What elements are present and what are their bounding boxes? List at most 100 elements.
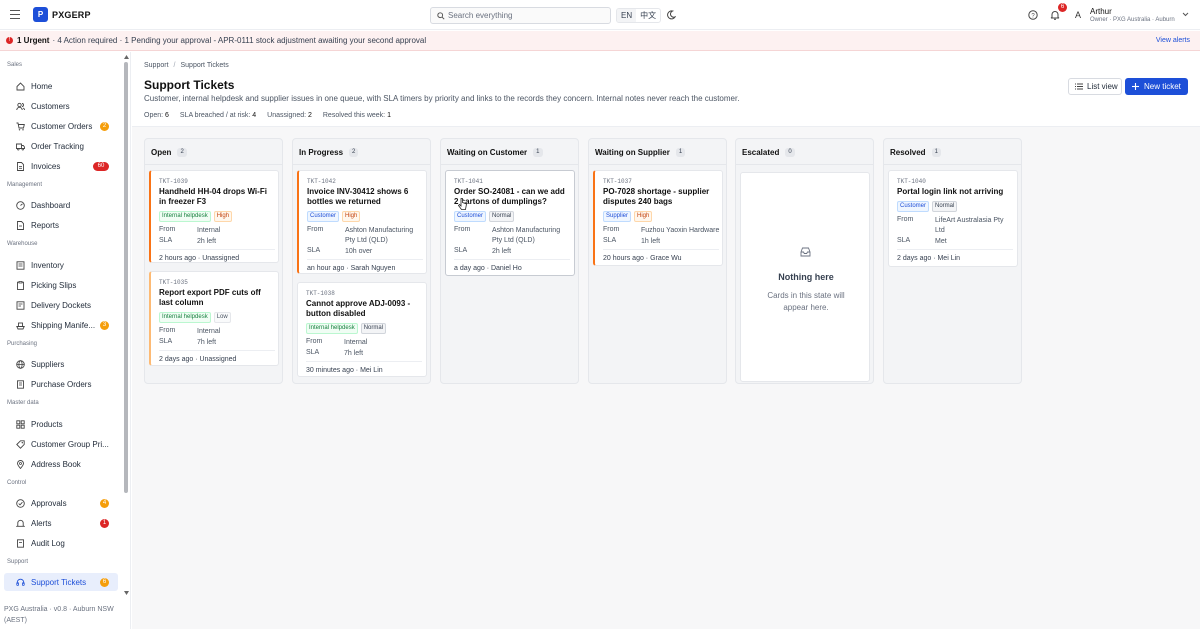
ticket-title: Portal login link not arriving [897,187,1004,196]
sidebar-item-picking-slips[interactable]: Picking Slips [4,276,118,294]
sidebar-item-label: Home [31,81,53,91]
lang-zh-option[interactable]: 中文 [636,9,660,22]
report-icon [17,220,24,230]
ticket-card[interactable]: TKT-1037 PO-7028 shortage - supplier dis… [593,170,723,266]
sidebar-item-label: Inventory [31,260,64,270]
sla-value: 7h left [197,339,217,346]
ticket-card[interactable]: TKT-1038 Cannot approve ADJ-0093 - butto… [297,282,427,377]
sidebar-item-address-book[interactable]: Address Book [4,455,118,473]
sidebar-item-purchase-orders[interactable]: Purchase Orders [4,375,118,393]
sidebar-item-products[interactable]: Products [4,415,118,433]
ticket-card[interactable]: TKT-1041 Order SO-24081 - can we add 2 c… [445,170,575,276]
app-name[interactable]: PXGERP [52,10,91,20]
sidebar-item-order-tracking[interactable]: Order Tracking [4,137,118,155]
section-control: Control [7,480,27,486]
column-in-progress: In Progress 2 TKT-1042 Invoice INV-30412 … [292,138,431,384]
gauge-icon [16,200,25,210]
ticket-card[interactable]: TKT-1042 Invoice INV-30412 shows 6 bottl… [297,170,427,274]
bell-icon[interactable] [1050,10,1060,20]
sla-value: 2h left [492,248,512,255]
stat-label: Unassigned: [267,112,307,119]
menu-icon[interactable] [10,10,20,19]
sidebar-footer: PXG Australia · v0.8 · Auburn NSW (AEST) [4,606,114,624]
help-icon[interactable]: ? [1028,10,1038,20]
view-alerts-link[interactable]: View alerts [1156,37,1190,44]
column-count: 2 [177,148,187,157]
clipboard-icon [17,280,24,290]
from-label: From [603,226,620,233]
sidebar-item-audit-log[interactable]: Audit Log [4,534,118,552]
sidebar-item-dashboard[interactable]: Dashboard [4,196,118,214]
page-description: Customer, internal helpdesk and supplier… [144,94,740,103]
stat-label: Open: [144,112,164,119]
sidebar-item-customer-orders[interactable]: Customer Orders 2 [4,117,118,135]
count-badge: 60 [93,162,109,171]
sla-value: Met [935,238,947,245]
ticket-footer: 20 hours ago · Grace Wu [603,249,719,262]
grid-icon [16,419,25,429]
sidebar-item-home[interactable]: Home [4,77,118,95]
sidebar-item-reports[interactable]: Reports [4,216,118,234]
sla-label: SLA [454,247,468,254]
list-icon [1075,83,1083,90]
ticket-card[interactable]: TKT-1040 Portal login link not arriving … [888,170,1018,267]
sidebar-item-approvals[interactable]: Approvals 4 [4,494,118,512]
sidebar-item-support-tickets[interactable]: Support Tickets 6 [4,573,118,591]
ticket-card[interactable]: TKT-1039 Handheld HH-04 drops Wi-Fi in f… [149,170,279,263]
search-placeholder: Search everything [448,11,513,20]
from-value: Ashton Manufacturing Pty Ltd (QLD) [492,227,561,244]
scroll-up-icon[interactable] [124,55,129,59]
page-title: Support Tickets [144,78,235,92]
sidebar-item-alerts[interactable]: Alerts 1 [4,514,118,532]
language-switch[interactable]: EN 中文 [616,8,662,23]
user-role: Owner · PXG Australia · Auburn [1090,17,1175,23]
from-label: From [307,226,324,233]
sidebar-item-suppliers[interactable]: Suppliers [4,355,118,373]
priority-badge: Normal [360,323,387,334]
column-title: In Progress [299,148,344,157]
breadcrumb-root[interactable]: Support [144,62,169,69]
sla-label: SLA [307,247,321,254]
scroll-down-icon[interactable] [124,591,129,595]
section-sales: Sales [7,62,23,68]
ship-icon [16,322,25,329]
sidebar-item-label: Customer Orders [31,121,93,131]
sidebar-item-shipping-manifests[interactable]: Shipping Manife... 3 [4,316,118,334]
docket-icon [16,300,25,310]
priority-badge: High [213,211,233,222]
sidebar-scrollbar[interactable] [124,62,128,493]
section-purchasing: Purchasing [7,341,38,347]
app-logo[interactable]: P [33,7,48,22]
sidebar-item-label: Audit Log [31,538,65,548]
new-ticket-button[interactable]: New ticket [1125,78,1188,95]
list-view-button[interactable]: List view [1068,78,1122,95]
search-input[interactable]: Search everything [430,7,611,24]
moon-icon[interactable] [666,10,676,20]
from-label: From [306,338,323,345]
user-menu[interactable]: Arthur Owner · PXG Australia · Auburn [1090,7,1175,23]
ticket-footer: an hour ago · Sarah Nguyen [307,259,423,272]
sidebar-item-invoices[interactable]: Invoices 60 [4,157,118,175]
sidebar-item-customers[interactable]: Customers [4,97,118,115]
ticket-stats: Open: 6 SLA breached / at risk: 4 Unassi… [144,112,400,119]
sidebar-item-label: Products [31,419,63,429]
ticket-title: Report export PDF cuts off last column [159,288,261,307]
sidebar-item-delivery-dockets[interactable]: Delivery Dockets [4,296,118,314]
chevron-down-icon[interactable] [1182,12,1189,17]
ticket-title: Order SO-24081 - can we add 2 cartons of… [454,187,565,206]
ticket-id: TKT-1039 [159,178,188,185]
avatar[interactable]: A [1075,10,1081,20]
sidebar-item-label: Customer Group Pri... [31,439,109,449]
column-resolved: Resolved 1 TKT-1040 Portal login link not… [883,138,1022,384]
log-icon [17,538,24,548]
sidebar-item-inventory[interactable]: Inventory [4,256,118,274]
ticket-card[interactable]: TKT-1035 Report export PDF cuts off last… [149,271,279,366]
count-badge: 1 [100,519,109,528]
from-label: From [159,327,176,334]
priority-badge: Low [213,312,231,323]
sidebar-item-customer-group-pricing[interactable]: Customer Group Pri... [4,435,118,453]
lang-en-option[interactable]: EN [617,9,637,22]
ticket-type-badge: Customer [307,211,340,222]
sla-label: SLA [159,338,173,345]
button-label: List view [1087,82,1118,91]
